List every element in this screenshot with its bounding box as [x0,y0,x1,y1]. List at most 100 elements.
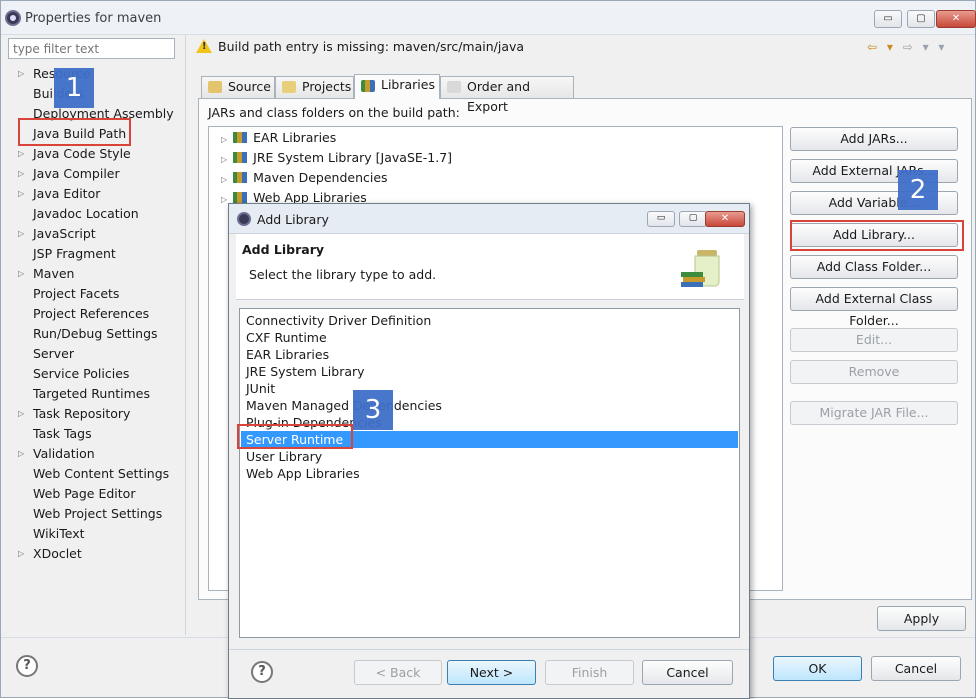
tab-libraries[interactable]: Libraries [354,74,440,99]
jar-label: EAR Libraries [253,130,337,145]
jar-entry[interactable]: ▷ Maven Dependencies [221,170,388,185]
library-type-item[interactable]: Web App Libraries [241,465,738,482]
library-icon [233,172,248,183]
finish-button[interactable]: Finish [545,660,634,685]
tree-item[interactable]: Project References [16,305,186,325]
tree-item[interactable]: ▷ Task Repository [16,405,186,425]
dialog-cancel-button[interactable]: Cancel [642,660,733,685]
tree-item[interactable]: ▷ Validation [16,445,186,465]
expand-arrow-icon[interactable]: ▷ [18,165,24,183]
eclipse-icon [5,10,21,26]
tree-item[interactable]: ▷ Java Editor [16,185,186,205]
apply-button[interactable]: Apply [877,606,966,631]
next-button[interactable]: Next > [447,660,536,685]
dialog-title-bar: Add Library ▭ ▢ ✕ [229,204,749,234]
tree-item[interactable]: Service Policies [16,365,186,385]
tree-item[interactable]: Task Tags [16,425,186,445]
library-type-item[interactable]: Maven Managed Dependencies [241,397,738,414]
dialog-footer-divider [229,649,749,650]
expand-arrow-icon[interactable]: ▷ [18,185,24,203]
tab-source[interactable]: Source [201,76,275,98]
expand-arrow-icon[interactable]: ▷ [221,175,227,184]
close-button[interactable]: ✕ [936,10,976,28]
library-type-item[interactable]: JUnit [241,380,738,397]
tree-item[interactable]: Project Facets [16,285,186,305]
tree-item[interactable]: Web Page Editor [16,485,186,505]
tab-label: Libraries [381,77,435,92]
remove-button[interactable]: Remove [790,360,958,384]
expand-arrow-icon[interactable]: ▷ [18,225,24,243]
annotation-badge-1: 1 [54,68,94,108]
expand-arrow-icon[interactable]: ▷ [18,265,24,283]
expand-arrow-icon[interactable]: ▷ [18,445,24,463]
tree-item[interactable]: WikiText [16,525,186,545]
expand-arrow-icon[interactable]: ▷ [221,155,227,164]
back-button[interactable]: < Back [354,660,442,685]
tree-item-label: Javadoc Location [33,206,139,221]
dialog-maximize-button[interactable]: ▢ [679,211,707,227]
tree-item[interactable]: ▷ Maven [16,265,186,285]
jar-label: JRE System Library [JavaSE-1.7] [253,150,453,165]
dialog-help-icon[interactable]: ? [251,661,273,683]
minimize-button[interactable]: ▭ [874,10,902,28]
tree-item[interactable]: Server [16,345,186,365]
dialog-title: Add Library [257,212,329,227]
ok-button[interactable]: OK [773,656,862,681]
tree-item[interactable]: Javadoc Location [16,205,186,225]
tree-item[interactable]: ▷ XDoclet [16,545,186,565]
tree-item[interactable]: JSP Fragment [16,245,186,265]
tree-item-label: JSP Fragment [33,246,116,261]
library-type-item[interactable]: CXF Runtime [241,329,738,346]
tab-order-export[interactable]: Order and Export [440,76,574,114]
library-type-list: Connectivity Driver Definition CXF Runtim… [239,308,740,638]
tree-item[interactable]: ▷ JavaScript [16,225,186,245]
expand-arrow-icon[interactable]: ▷ [221,195,227,204]
add-external-class-folder-button[interactable]: Add External Class Folder... [790,287,958,328]
expand-arrow-icon[interactable]: ▷ [18,545,24,563]
library-type-item[interactable]: User Library [241,448,738,465]
jar-entry[interactable]: ▷ EAR Libraries [221,130,336,145]
dialog-minimize-button[interactable]: ▭ [647,211,675,227]
panel-label: JARs and class folders on the build path… [208,105,460,120]
properties-window: Properties for maven ▭ ▢ ✕ ▷ResourceBuil… [0,0,976,699]
library-type-item[interactable]: EAR Libraries [241,346,738,363]
dialog-close-button[interactable]: ✕ [705,211,745,227]
expand-arrow-icon[interactable]: ▷ [18,65,24,83]
window-title: Properties for maven [25,11,162,26]
maximize-button[interactable]: ▢ [907,10,935,28]
add-jars-button[interactable]: Add JARs... [790,127,958,151]
library-icon [233,192,248,203]
eclipse-icon [237,212,251,226]
help-icon[interactable]: ? [16,655,38,677]
library-books-icon [361,80,375,92]
migrate-jar-button[interactable]: Migrate JAR File... [790,401,958,425]
annotation-badge-2: 2 [898,170,938,210]
tree-item-label: Project Facets [33,286,120,301]
edit-button[interactable]: Edit... [790,328,958,352]
tree-item-label: Service Policies [33,366,130,381]
library-type-item[interactable]: Connectivity Driver Definition [241,312,738,329]
expand-arrow-icon[interactable]: ▷ [18,145,24,163]
tree-item[interactable]: ▷Resource [16,65,186,85]
tree-item[interactable]: ▷ Java Compiler [16,165,186,185]
tree-item-label: XDoclet [33,546,82,561]
tab-projects[interactable]: Projects [275,76,354,98]
cancel-button[interactable]: Cancel [871,656,961,681]
expand-arrow-icon[interactable]: ▷ [18,405,24,423]
tree-item[interactable]: Targeted Runtimes [16,385,186,405]
warning-icon [196,39,212,53]
tree-item[interactable]: ▷ Java Code Style [16,145,186,165]
tree-item[interactable]: Web Project Settings [16,505,186,525]
tree-item[interactable]: Builders [16,85,186,105]
source-folder-icon [208,81,222,93]
library-type-item[interactable]: JRE System Library [241,363,738,380]
tree-item-label: Run/Debug Settings [33,326,158,341]
filter-input[interactable] [8,38,175,59]
expand-arrow-icon[interactable]: ▷ [221,135,227,144]
jar-entry[interactable]: ▷ JRE System Library [JavaSE-1.7] [221,150,452,165]
tree-item[interactable]: Web Content Settings [16,465,186,485]
add-class-folder-button[interactable]: Add Class Folder... [790,255,958,279]
tree-item[interactable]: Run/Debug Settings [16,325,186,345]
navigation-arrows[interactable]: ⇦ ▾ ⇨ ▾ ▾ [867,40,947,54]
tree-item-label: Web Project Settings [33,506,163,521]
